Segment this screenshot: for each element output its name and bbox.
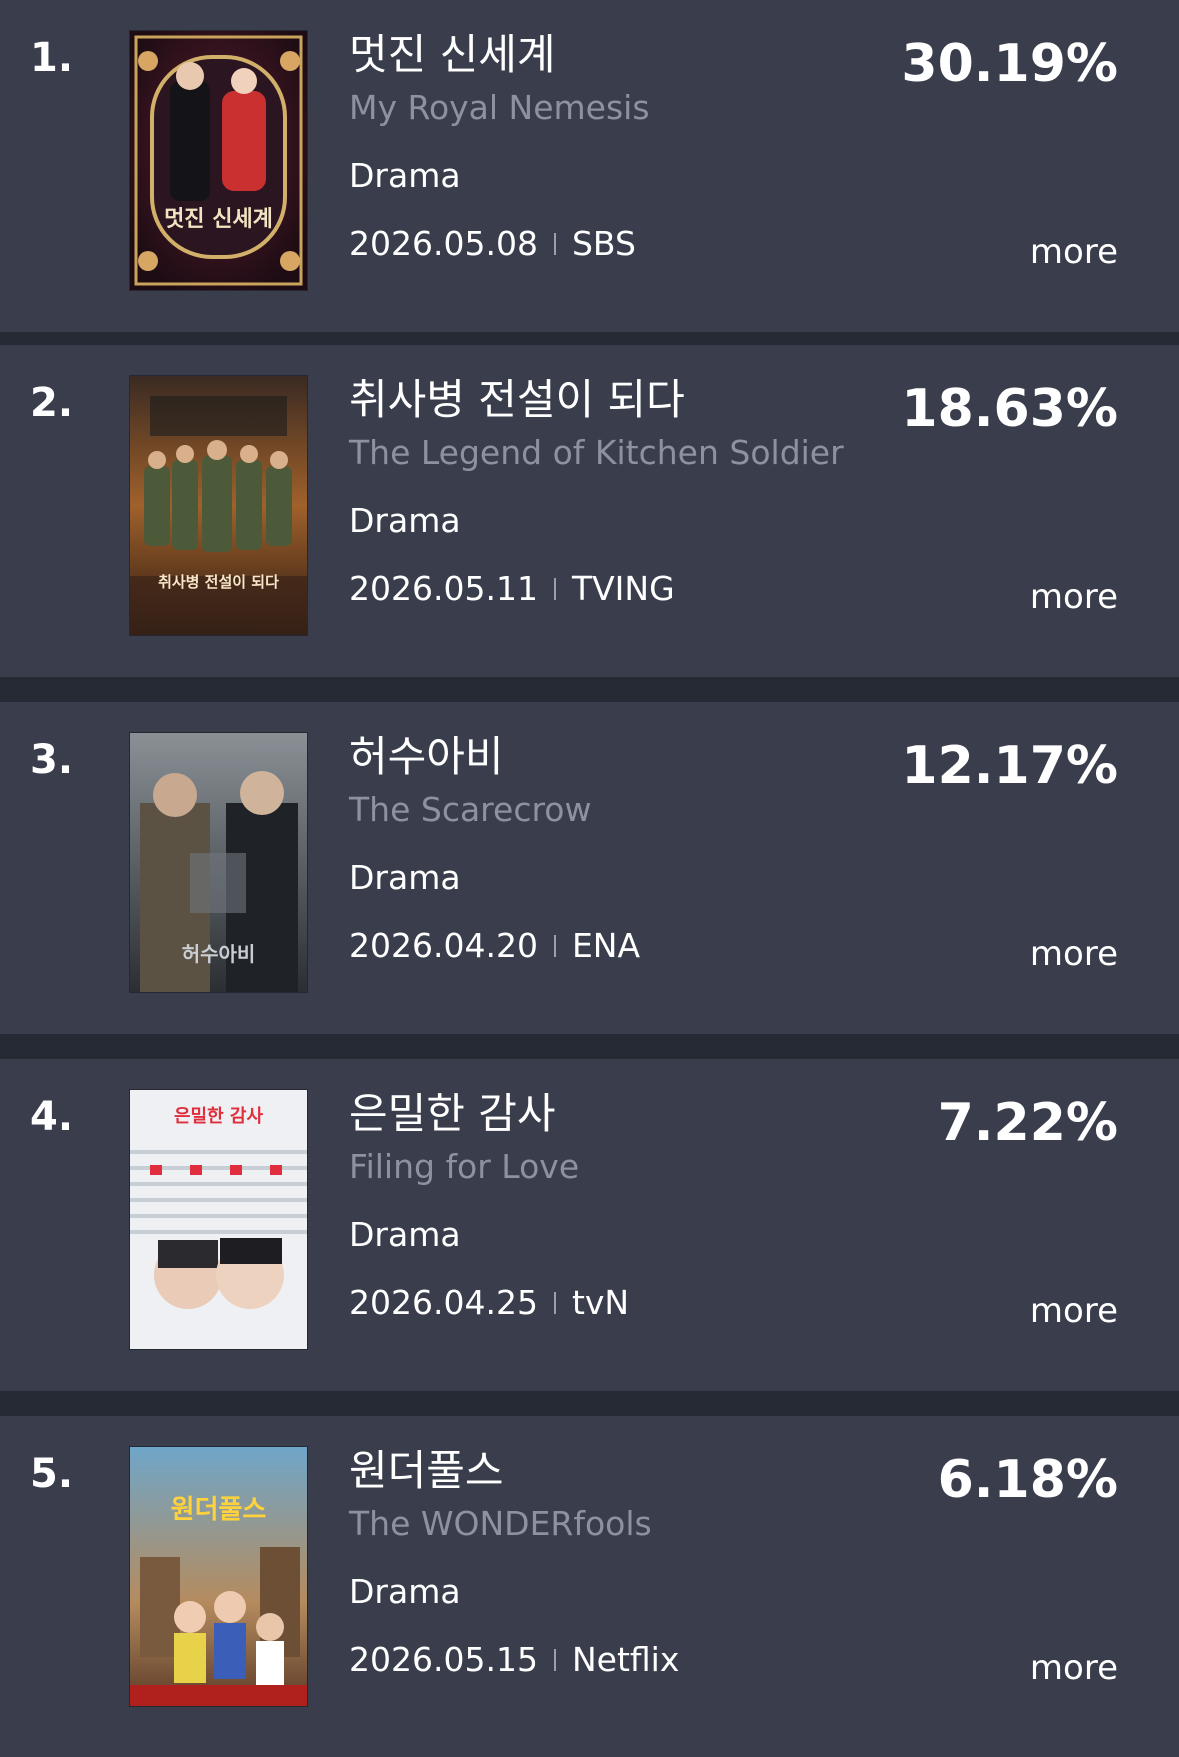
title-korean[interactable]: 은밀한 감사	[349, 1086, 909, 1142]
rank-number: 5.	[30, 1451, 74, 1497]
release-date: 2026.04.25	[349, 1283, 538, 1322]
rank-number: 3.	[30, 737, 74, 783]
rank-number: 4.	[30, 1094, 74, 1140]
poster-title-text: 은밀한 감사	[173, 1106, 264, 1127]
network-name: Netflix	[571, 1640, 680, 1679]
rating-percentage: 30.19%	[901, 34, 1118, 94]
ranking-item-1[interactable]: 1. 멋진 신세계 멋진 신세계 My Royal Nemesis Drama …	[0, 0, 1179, 332]
rank-number: 2.	[30, 380, 74, 426]
poster-image[interactable]: 취사병 전설이 되다	[129, 375, 308, 636]
ranking-item-4[interactable]: 4. 은밀한 감사 은밀한 감사 Filing for Love Drama 2…	[0, 1059, 1179, 1391]
drama-ranking-list: 1. 멋진 신세계 멋진 신세계 My Royal Nemesis Drama …	[0, 0, 1179, 1757]
poster-image[interactable]: 멋진 신세계	[129, 30, 308, 291]
poster-art	[130, 31, 307, 290]
release-meta: 2026.05.15 Netflix	[349, 1637, 909, 1683]
title-english: The Scarecrow	[349, 790, 592, 829]
rating-percentage: 12.17%	[901, 736, 1118, 796]
ranking-item-2[interactable]: 2. 취사병 전설이 되다 취사병 전설이 되다 The Legend of K…	[0, 345, 1179, 677]
network-name: SBS	[571, 224, 636, 263]
genre-label: Drama	[349, 501, 461, 540]
poster-title-text: 허수아비	[181, 942, 256, 966]
release-date: 2026.05.15	[349, 1640, 538, 1679]
release-date: 2026.05.11	[349, 569, 538, 608]
rating-percentage: 6.18%	[937, 1450, 1118, 1510]
more-link[interactable]: more	[1030, 575, 1118, 619]
release-meta: 2026.05.11 TVING	[349, 566, 909, 612]
title-english: The WONDERfools	[349, 1504, 652, 1543]
network-name: TVING	[571, 569, 675, 608]
genre-label: Drama	[349, 156, 461, 195]
meta-divider	[553, 1291, 556, 1314]
more-link[interactable]: more	[1030, 1289, 1118, 1333]
network-name: tvN	[571, 1283, 630, 1322]
drama-info: 취사병 전설이 되다 The Legend of Kitchen Soldier…	[349, 372, 909, 612]
ranking-item-5[interactable]: 5. 원더풀스 원더풀스 The WONDERfools Drama 2026.…	[0, 1416, 1179, 1757]
title-korean[interactable]: 허수아비	[349, 729, 909, 785]
drama-info: 멋진 신세계 My Royal Nemesis Drama 2026.05.08…	[349, 27, 909, 267]
drama-info: 은밀한 감사 Filing for Love Drama 2026.04.25 t…	[349, 1086, 909, 1326]
release-date: 2026.04.20	[349, 926, 538, 965]
rating-percentage: 18.63%	[901, 379, 1118, 439]
title-korean[interactable]: 원더풀스	[349, 1443, 909, 1499]
release-meta: 2026.05.08 SBS	[349, 221, 909, 267]
drama-info: 허수아비 The Scarecrow Drama 2026.04.20 ENA	[349, 729, 909, 969]
genre-label: Drama	[349, 858, 461, 897]
poster-art	[130, 376, 307, 635]
title-english: My Royal Nemesis	[349, 88, 650, 127]
poster-title-text: 원더풀스	[170, 1495, 267, 1525]
title-korean[interactable]: 멋진 신세계	[349, 27, 909, 83]
release-meta: 2026.04.20 ENA	[349, 923, 909, 969]
genre-label: Drama	[349, 1215, 461, 1254]
meta-divider	[553, 232, 556, 255]
meta-divider	[553, 934, 556, 957]
rating-percentage: 7.22%	[937, 1093, 1118, 1153]
poster-title-text: 취사병 전설이 되다	[158, 573, 279, 591]
drama-info: 원더풀스 The WONDERfools Drama 2026.05.15 Net…	[349, 1443, 909, 1683]
poster-art	[130, 1447, 307, 1706]
release-date: 2026.05.08	[349, 224, 538, 263]
poster-art	[130, 1090, 307, 1349]
ranking-item-3[interactable]: 3. 허수아비 허수아비 The Scarecrow Drama 2026.04…	[0, 702, 1179, 1034]
title-english: The Legend of Kitchen Soldier	[349, 433, 844, 472]
meta-divider	[553, 1648, 556, 1671]
network-name: ENA	[571, 926, 641, 965]
poster-image[interactable]: 은밀한 감사	[129, 1089, 308, 1350]
more-link[interactable]: more	[1030, 932, 1118, 976]
poster-image[interactable]: 허수아비	[129, 732, 308, 993]
genre-label: Drama	[349, 1572, 461, 1611]
meta-divider	[553, 577, 556, 600]
poster-image[interactable]: 원더풀스	[129, 1446, 308, 1707]
title-korean[interactable]: 취사병 전설이 되다	[349, 372, 909, 428]
title-english: Filing for Love	[349, 1147, 580, 1186]
more-link[interactable]: more	[1030, 1646, 1118, 1690]
more-link[interactable]: more	[1030, 230, 1118, 274]
release-meta: 2026.04.25 tvN	[349, 1280, 909, 1326]
poster-title-text: 멋진 신세계	[164, 206, 273, 232]
rank-number: 1.	[30, 35, 74, 81]
